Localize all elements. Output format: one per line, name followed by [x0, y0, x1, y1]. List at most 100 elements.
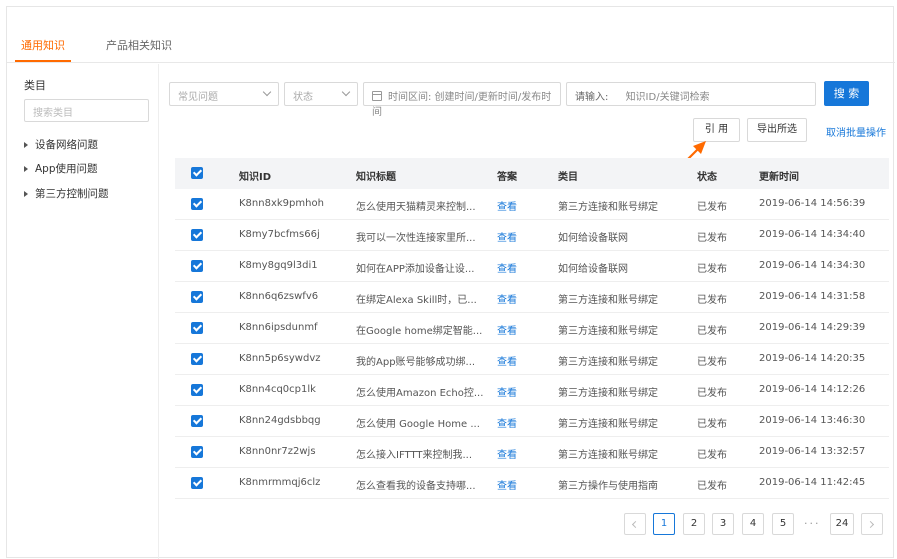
row-checkbox[interactable]	[191, 446, 203, 458]
cell-id: K8nn6q6zswfv6	[239, 291, 319, 302]
cell-status: 已发布	[697, 419, 727, 430]
row-checkbox[interactable]	[191, 415, 203, 427]
sidebar-item-device-network[interactable]: 设备网络问题	[24, 137, 98, 152]
cell-id: K8nn0nr7z2wjs	[239, 446, 316, 457]
select-all-checkbox[interactable]	[191, 167, 203, 179]
cell-category: 第三方连接和账号绑定	[558, 388, 658, 399]
cell-title: 我可以一次性连接家里所...	[356, 233, 476, 244]
tab-active-underline	[15, 60, 71, 62]
status-select-value: 状态	[293, 92, 313, 103]
category-sidebar: 类目 搜索类目 设备网络问题 App使用问题 第三方控制问题	[7, 64, 159, 559]
cell-status: 已发布	[697, 295, 727, 306]
cell-status: 已发布	[697, 202, 727, 213]
column-header-category: 类目	[558, 172, 578, 183]
cell-answer-link[interactable]: 查看	[497, 446, 517, 461]
cell-id: K8nn24gdsbbqg	[239, 415, 321, 426]
keyword-input-label: 请输入:	[575, 92, 609, 103]
pagination-page-5[interactable]: 5	[772, 513, 794, 535]
cell-answer-link[interactable]: 查看	[497, 291, 517, 306]
table-row[interactable]: K8my8gq9l3di1 如何在APP添加设备让设... 查看 如何给设备联网 已发布…	[175, 251, 889, 282]
cell-update-time: 2019-06-14 14:56:39	[759, 198, 866, 209]
tab-product-knowledge[interactable]: 产品相关知识	[106, 37, 172, 53]
keyword-search-input[interactable]: 请输入: 知识ID/关键词检索	[566, 82, 816, 106]
column-header-status: 状态	[697, 172, 717, 183]
table-row[interactable]: K8nn0nr7z2wjs 怎么接入IFTTT来控制我... 查看 第三方连接和账号绑…	[175, 437, 889, 468]
cell-category: 如何给设备联网	[558, 264, 628, 275]
time-range-picker[interactable]: 时间区间: 创建时间/更新时间/发布时间	[363, 82, 561, 118]
table-row[interactable]: K8nn5p6sywdvz 我的App账号能够成功绑... 查看 第三方连接和账号绑定…	[175, 344, 889, 375]
row-checkbox[interactable]	[191, 198, 203, 210]
tab-general-knowledge[interactable]: 通用知识	[21, 37, 65, 53]
pagination-prev-button[interactable]	[624, 513, 646, 535]
cell-update-time: 2019-06-14 14:31:58	[759, 291, 866, 302]
table-row[interactable]: K8my7bcfms66j 我可以一次性连接家里所... 查看 如何给设备联网 已发布 2…	[175, 220, 889, 251]
cell-title: 怎么查看我的设备支持哪...	[356, 481, 476, 492]
search-button[interactable]: 搜 索	[824, 81, 869, 106]
cell-title: 怎么接入IFTTT来控制我...	[356, 450, 473, 461]
table-row[interactable]: K8nn6q6zswfv6 在绑定Alexa Skill时，已... 查看 第三方连接…	[175, 282, 889, 313]
row-checkbox[interactable]	[191, 260, 203, 272]
pagination-page-3[interactable]: 3	[712, 513, 734, 535]
cell-answer-link[interactable]: 查看	[497, 384, 517, 399]
table-row[interactable]: K8nmrmmqj6clz 怎么查看我的设备支持哪... 查看 第三方操作与使用指南 已…	[175, 468, 889, 499]
table-row[interactable]: K8nn6ipsdunmf 在Google home绑定智能... 查看 第三方连接和…	[175, 313, 889, 344]
column-header-id: 知识ID	[239, 172, 272, 183]
cell-answer-link[interactable]: 查看	[497, 477, 517, 492]
pagination-page-1[interactable]: 1	[653, 513, 675, 535]
sidebar-item-label: 设备网络问题	[35, 139, 98, 151]
cell-category: 第三方操作与使用指南	[558, 481, 658, 492]
row-checkbox[interactable]	[191, 322, 203, 334]
cell-update-time: 2019-06-14 14:34:40	[759, 229, 866, 240]
cell-id: K8nn6ipsdunmf	[239, 322, 318, 333]
cell-update-time: 2019-06-14 13:46:30	[759, 415, 866, 426]
cell-category: 第三方连接和账号绑定	[558, 202, 658, 213]
sidebar-item-third-party[interactable]: 第三方控制问题	[24, 186, 109, 201]
pagination-page-2[interactable]: 2	[683, 513, 705, 535]
cell-status: 已发布	[697, 264, 727, 275]
cell-answer-link[interactable]: 查看	[497, 260, 517, 275]
row-checkbox[interactable]	[191, 384, 203, 396]
cell-answer-link[interactable]: 查看	[497, 322, 517, 337]
sidebar-title: 类目	[24, 79, 46, 92]
common-question-select-value: 常见问题	[178, 92, 218, 103]
category-search-input[interactable]: 搜索类目	[24, 99, 149, 122]
sidebar-item-label: 第三方控制问题	[35, 188, 109, 200]
sidebar-item-label: App使用问题	[35, 163, 98, 175]
pagination-next-button[interactable]	[861, 513, 883, 535]
row-checkbox[interactable]	[191, 477, 203, 489]
cell-category: 第三方连接和账号绑定	[558, 419, 658, 430]
pagination-page-last[interactable]: 24	[830, 513, 854, 535]
cell-id: K8nn4cq0cp1lk	[239, 384, 316, 395]
cell-status: 已发布	[697, 326, 727, 337]
row-checkbox[interactable]	[191, 229, 203, 241]
pagination-page-4[interactable]: 4	[742, 513, 764, 535]
table-row[interactable]: K8nn4cq0cp1lk 怎么使用Amazon Echo控... 查看 第三方连接和…	[175, 375, 889, 406]
cell-update-time: 2019-06-14 14:29:39	[759, 322, 866, 333]
cell-status: 已发布	[697, 450, 727, 461]
table-row[interactable]: K8nn24gdsbbqg 怎么使用 Google Home ... 查看 第三方连接…	[175, 406, 889, 437]
cell-title: 在Google home绑定智能...	[356, 326, 483, 337]
export-selected-button[interactable]: 导出所选	[747, 118, 807, 142]
common-question-select[interactable]: 常见问题	[169, 82, 279, 106]
chevron-right-icon	[866, 520, 875, 529]
cell-category: 第三方连接和账号绑定	[558, 357, 658, 368]
column-header-update-time: 更新时间	[759, 172, 799, 183]
cell-id: K8nn8xk9pmhoh	[239, 198, 324, 209]
row-checkbox[interactable]	[191, 291, 203, 303]
sidebar-item-app-usage[interactable]: App使用问题	[24, 161, 98, 176]
cell-id: K8my8gq9l3di1	[239, 260, 318, 271]
cell-answer-link[interactable]: 查看	[497, 415, 517, 430]
pagination-ellipsis: ···	[804, 517, 821, 530]
calendar-icon	[372, 91, 382, 101]
cell-category: 第三方连接和账号绑定	[558, 326, 658, 337]
cancel-batch-link[interactable]: 取消批量操作	[826, 124, 886, 139]
cell-answer-link[interactable]: 查看	[497, 198, 517, 213]
cell-answer-link[interactable]: 查看	[497, 229, 517, 244]
tab-bar: 通用知识 产品相关知识	[7, 29, 895, 63]
cell-answer-link[interactable]: 查看	[497, 353, 517, 368]
column-header-answer: 答案	[497, 172, 517, 183]
table-row[interactable]: K8nn8xk9pmhoh 怎么使用天猫精灵来控制... 查看 第三方连接和账号绑定 已…	[175, 189, 889, 220]
column-header-title: 知识标题	[356, 172, 396, 183]
row-checkbox[interactable]	[191, 353, 203, 365]
status-select[interactable]: 状态	[284, 82, 358, 106]
